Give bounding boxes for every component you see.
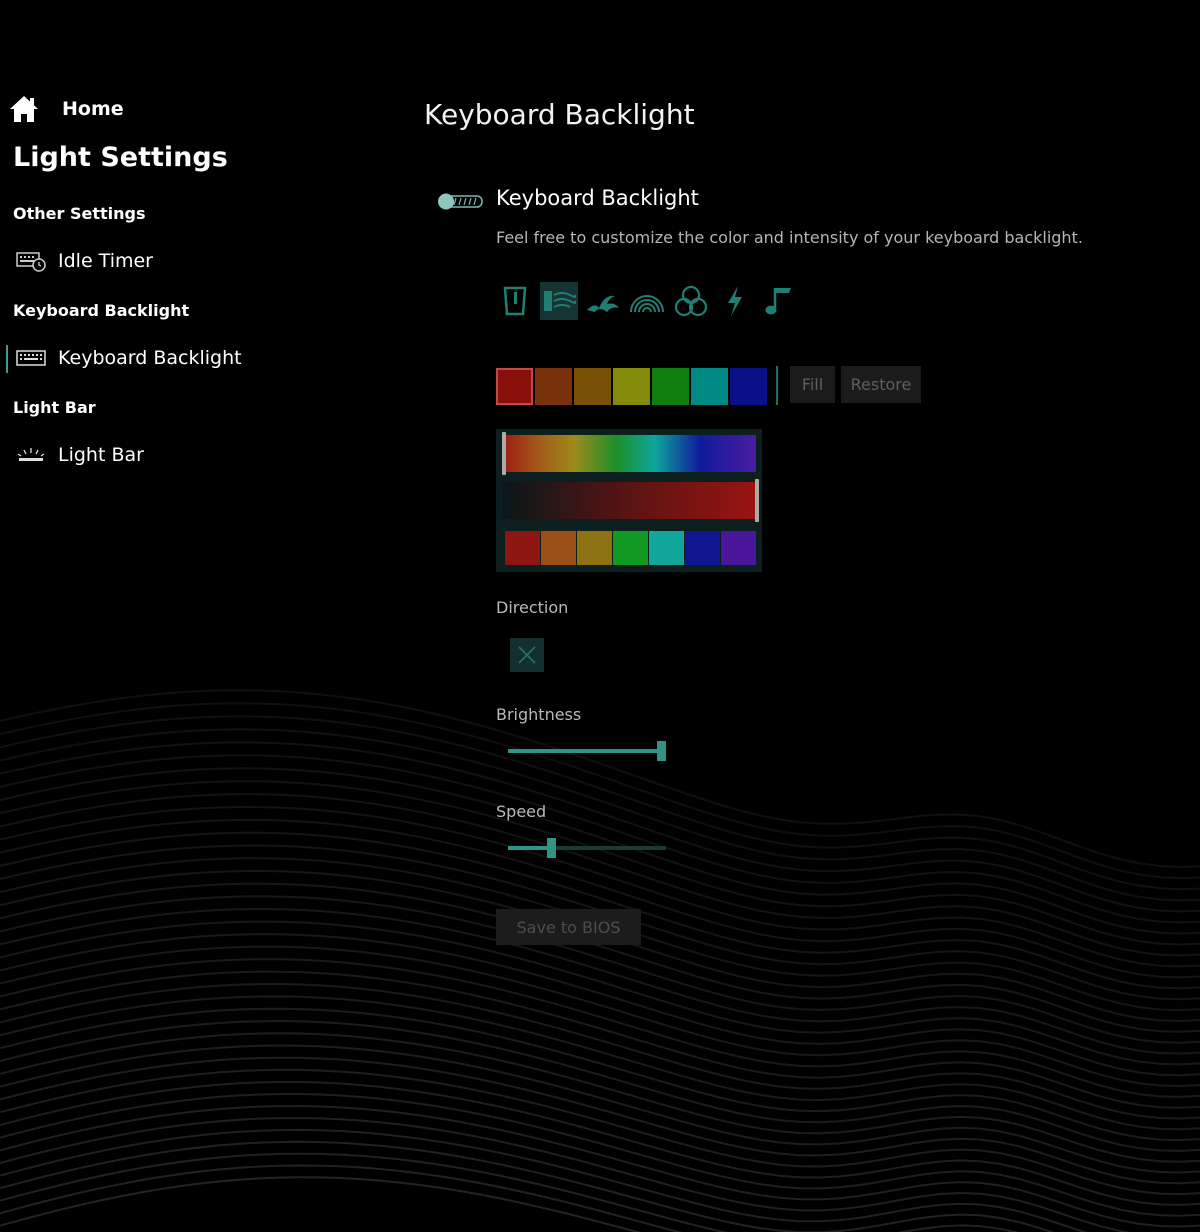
lightning-icon [728,286,742,316]
preset-color-swatch[interactable] [505,531,540,565]
speed-thumb[interactable] [547,838,556,858]
toggle-switch-icon [438,193,483,210]
home-nav-item[interactable]: Home [8,94,124,124]
home-label: Home [62,98,124,120]
active-indicator [6,345,8,373]
sidebar-item-keyboard-backlight[interactable]: Keyboard Backlight [16,347,242,369]
close-icon [518,646,536,664]
brightness-thumb[interactable] [657,741,666,761]
toggle-label: Keyboard Backlight [496,186,699,210]
hue-handle[interactable] [502,432,506,475]
direction-label: Direction [496,598,569,617]
description: Feel free to customize the color and int… [496,228,1083,247]
shade-slider[interactable] [503,482,756,519]
color-picker [496,429,762,572]
static-icon [503,286,527,316]
section-heading-keyboard-backlight: Keyboard Backlight [13,301,190,320]
breath-wave-icon [544,291,576,311]
preset-color-swatch[interactable] [685,531,720,565]
sidebar-item-label: Idle Timer [58,250,153,272]
effect-music-button[interactable] [760,282,798,320]
effect-static-button[interactable] [496,282,534,320]
preset-color-swatch[interactable] [577,531,612,565]
preset-color-swatch[interactable] [541,531,576,565]
speed-track-rest [556,846,666,850]
zone-color-swatch[interactable] [496,368,533,405]
hue-slider[interactable] [503,435,756,472]
speed-label: Speed [496,802,547,821]
direction-button[interactable] [510,638,544,672]
background-waves [0,689,1200,1232]
fill-button[interactable]: Fill [790,366,835,403]
section-heading-light-bar: Light Bar [13,398,96,417]
preset-colors [505,531,756,565]
brightness-label: Brightness [496,705,582,724]
section-heading-other-settings: Other Settings [13,204,146,223]
preset-color-swatch[interactable] [613,531,648,565]
preset-color-swatch[interactable] [649,531,684,565]
effect-selector [496,282,798,320]
wave-icon [587,295,619,312]
zone-color-swatch[interactable] [613,368,650,405]
speed-slider[interactable] [508,838,666,858]
zone-color-swatch[interactable] [730,368,767,405]
zone-color-swatch[interactable] [535,368,572,405]
divider [776,366,778,405]
light-bar-icon [16,444,46,466]
zone-color-swatch[interactable] [652,368,689,405]
preset-color-swatch[interactable] [721,531,756,565]
backlight-toggle[interactable] [436,191,484,211]
rainbow-icon [630,295,664,313]
zone-color-swatch[interactable] [691,368,728,405]
sidebar-item-label: Light Bar [58,444,144,466]
restore-button[interactable]: Restore [841,366,921,403]
zone-color-swatch[interactable] [574,368,611,405]
home-icon [10,96,38,122]
effect-rainbow-button[interactable] [628,282,666,320]
speed-track-fill [508,846,549,850]
brightness-slider[interactable] [508,741,666,761]
sidebar-item-label: Keyboard Backlight [58,347,242,369]
main-title: Keyboard Backlight [424,98,695,131]
music-note-icon [765,288,791,315]
effect-lightning-button[interactable] [716,282,754,320]
save-to-bios-button[interactable]: Save to BIOS [496,909,641,945]
brightness-track-fill [508,749,659,753]
effect-breath-wave-button[interactable] [540,282,578,320]
zone-color-swatches [496,368,769,405]
effect-color-mix-button[interactable] [672,282,710,320]
shade-handle[interactable] [755,479,759,522]
sidebar-item-light-bar[interactable]: Light Bar [16,444,144,466]
page-heading: Light Settings [13,142,228,173]
sidebar-item-idle-timer[interactable]: Idle Timer [16,250,153,272]
keyboard-clock-icon [16,250,46,272]
effect-wave-button[interactable] [584,282,622,320]
color-mix-icon [674,285,708,317]
keyboard-icon [16,347,46,369]
